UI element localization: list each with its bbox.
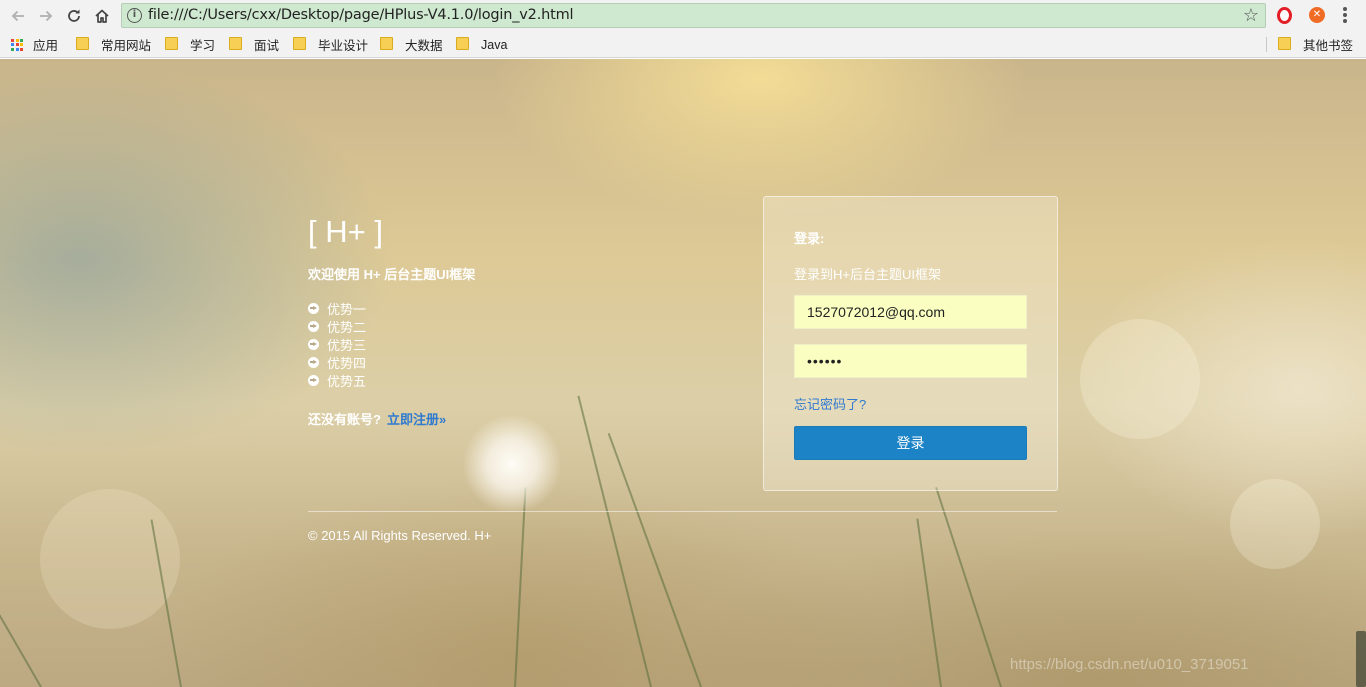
- list-item: 优势五: [308, 371, 366, 389]
- register-prompt-row: 还没有账号? 立即注册»: [308, 409, 446, 428]
- folder-icon: [1278, 37, 1291, 50]
- extension-icon[interactable]: [1309, 7, 1325, 23]
- bookmarks-separator: [1266, 37, 1267, 52]
- folder-icon: [76, 37, 89, 50]
- circle-arrow-right-icon: [308, 356, 319, 368]
- feature-label: 优势四: [327, 355, 367, 371]
- bookmark-label: 常用网站: [101, 39, 152, 53]
- login-title: 登录:: [794, 231, 825, 246]
- bookmark-label: 其他书签: [1303, 39, 1354, 53]
- forward-button[interactable]: [35, 5, 57, 27]
- back-button[interactable]: [7, 5, 29, 27]
- bookmark-folder-graduation[interactable]: 毕业设计: [293, 31, 368, 58]
- feature-label: 优势二: [327, 319, 367, 335]
- opera-extension-icon[interactable]: [1277, 7, 1292, 24]
- email-field[interactable]: 1527072012@qq.com: [794, 295, 1027, 329]
- bookmarks-bar: 应用 常用网站 学习 面试 毕业设计 大数据 Java 其他书签: [0, 31, 1366, 58]
- footer-copyright: © 2015 All Rights Reserved. H+: [308, 528, 492, 543]
- bookmark-folder-study[interactable]: 学习: [165, 31, 215, 58]
- folder-icon: [165, 37, 178, 50]
- forward-arrow-icon: [40, 10, 53, 22]
- register-link[interactable]: 立即注册»: [387, 412, 446, 427]
- circle-arrow-right-icon: [308, 374, 319, 386]
- background-grass: [0, 400, 42, 687]
- feature-label: 优势三: [327, 337, 367, 353]
- bookmark-label: 毕业设计: [318, 39, 369, 53]
- bookmark-folder-common[interactable]: 常用网站: [76, 31, 151, 58]
- register-prompt: 还没有账号?: [308, 412, 381, 427]
- feature-label: 优势一: [327, 301, 367, 317]
- login-form: 登录: 登录到H+后台主题UI框架 1527072012@qq.com ••••…: [763, 196, 1058, 491]
- circle-arrow-right-icon: [308, 338, 319, 350]
- bookmark-folder-java[interactable]: Java: [456, 31, 507, 58]
- background-grass: [514, 487, 527, 687]
- bookmark-label: 学习: [190, 39, 216, 53]
- address-bar[interactable]: i file:///C:/Users/cxx/Desktop/page/HPlu…: [121, 3, 1266, 28]
- bookmark-label: Java: [481, 37, 508, 52]
- info-icon[interactable]: i: [127, 8, 142, 23]
- folder-icon: [456, 37, 469, 50]
- welcome-heading: 欢迎使用 H+ 后台主题UI框架: [308, 267, 476, 282]
- bookmark-label: 应用: [33, 39, 59, 53]
- background-grass: [607, 432, 702, 687]
- list-item: 优势三: [308, 335, 366, 353]
- bookmark-folder-other[interactable]: 其他书签: [1278, 31, 1353, 58]
- circle-arrow-right-icon: [308, 320, 319, 332]
- bookmark-folder-interview[interactable]: 面试: [229, 31, 279, 58]
- feature-list: 优势一 优势二 优势三 优势四 优势五: [308, 299, 366, 389]
- background-dandelion: [462, 414, 562, 514]
- watermark: https://blog.csdn.net/u010_3719051: [1010, 656, 1249, 673]
- back-arrow-icon: [11, 10, 24, 22]
- login-button[interactable]: 登录: [794, 426, 1027, 460]
- bookmark-label: 大数据: [405, 39, 443, 53]
- list-item: 优势四: [308, 353, 366, 371]
- feature-label: 优势五: [327, 373, 367, 389]
- background-grass: [935, 486, 1002, 687]
- bookmark-folder-bigdata[interactable]: 大数据: [380, 31, 443, 58]
- reload-button[interactable]: [63, 5, 85, 27]
- folder-icon: [293, 37, 306, 50]
- list-item: 优势一: [308, 299, 366, 317]
- apps-grid-icon: [11, 38, 23, 51]
- home-icon: [95, 9, 109, 23]
- reload-icon: [68, 9, 80, 22]
- address-url[interactable]: file:///C:/Users/cxx/Desktop/page/HPlus-…: [148, 4, 574, 27]
- home-button[interactable]: [91, 5, 113, 27]
- password-field[interactable]: ••••••: [794, 344, 1027, 378]
- folder-icon: [380, 37, 393, 50]
- background-grass: [577, 395, 652, 687]
- bookmark-label: 面试: [254, 39, 280, 53]
- browser-toolbar: i file:///C:/Users/cxx/Desktop/page/HPlu…: [0, 0, 1366, 31]
- bookmark-apps[interactable]: 应用: [11, 31, 58, 58]
- forgot-password-link[interactable]: 忘记密码了?: [794, 394, 866, 413]
- brand-logo: [ H+ ]: [308, 214, 383, 249]
- circle-arrow-right-icon: [308, 302, 319, 314]
- login-page: [ H+ ] 欢迎使用 H+ 后台主题UI框架 优势一 优势二 优势三 优势四 …: [0, 59, 1366, 687]
- browser-menu-icon[interactable]: [1343, 7, 1347, 24]
- background-bokeh: [1230, 479, 1320, 569]
- list-item: 优势二: [308, 317, 366, 335]
- scrollbar-thumb[interactable]: [1356, 631, 1366, 687]
- background-bokeh: [1080, 319, 1200, 439]
- folder-icon: [229, 37, 242, 50]
- bookmark-star-icon[interactable]: ☆: [1243, 5, 1259, 26]
- login-subtitle: 登录到H+后台主题UI框架: [794, 267, 941, 282]
- background-grass: [916, 518, 942, 687]
- footer-divider: [308, 511, 1057, 512]
